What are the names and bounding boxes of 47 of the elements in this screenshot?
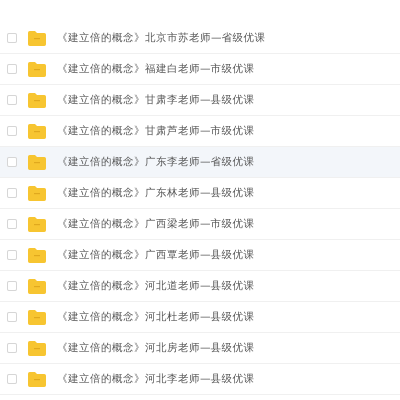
file-row[interactable]: 《建立倍的概念》广东林老师—县级优课 xyxy=(0,178,400,209)
file-name[interactable]: 《建立倍的概念》北京市苏老师—省级优课 xyxy=(57,31,266,45)
file-row[interactable]: 《建立倍的概念》河北李老师—县级优课 xyxy=(0,364,400,395)
checkbox[interactable] xyxy=(7,281,17,291)
file-row[interactable]: 《建立倍的概念》广西覃老师—县级优课 xyxy=(0,240,400,271)
file-name[interactable]: 《建立倍的概念》广西覃老师—县级优课 xyxy=(57,248,254,262)
folder-icon xyxy=(28,62,46,76)
folder-icon xyxy=(28,154,46,170)
file-row[interactable]: 《建立倍的概念》福建白老师—市级优课 xyxy=(0,54,400,85)
folder-icon xyxy=(28,92,46,108)
folder-icon xyxy=(28,30,46,46)
folder-icon xyxy=(28,216,46,232)
file-name[interactable]: 《建立倍的概念》广西梁老师—市级优课 xyxy=(57,217,254,231)
checkbox[interactable] xyxy=(7,374,17,384)
file-name[interactable]: 《建立倍的概念》广东林老师—县级优课 xyxy=(57,186,254,200)
file-name[interactable]: 《建立倍的概念》福建白老师—市级优课 xyxy=(57,62,254,76)
file-name[interactable]: 《建立倍的概念》广东李老师—省级优课 xyxy=(57,155,254,169)
file-name[interactable]: 《建立倍的概念》河北房老师—县级优课 xyxy=(57,341,254,355)
checkbox[interactable] xyxy=(7,188,17,198)
file-name[interactable]: 《建立倍的概念》河北道老师—县级优课 xyxy=(57,279,254,293)
checkbox[interactable] xyxy=(7,33,17,43)
file-row[interactable]: 《建立倍的概念》北京市苏老师—省级优课 xyxy=(0,23,400,54)
folder-icon xyxy=(28,124,46,138)
folder-icon xyxy=(28,340,46,356)
checkbox[interactable] xyxy=(7,64,17,74)
checkbox[interactable] xyxy=(7,95,17,105)
file-row[interactable]: 《建立倍的概念》甘肃李老师—县级优课 xyxy=(0,85,400,116)
folder-icon xyxy=(28,310,46,324)
file-name[interactable]: 《建立倍的概念》河北李老师—县级优课 xyxy=(57,372,254,386)
file-row[interactable]: 《建立倍的概念》广西梁老师—市级优课 xyxy=(0,209,400,240)
checkbox[interactable] xyxy=(7,250,17,260)
folder-icon xyxy=(28,278,46,294)
file-row[interactable]: 《建立倍的概念》河北房老师—县级优课 xyxy=(0,333,400,364)
file-name[interactable]: 《建立倍的概念》甘肃芦老师—市级优课 xyxy=(57,124,254,138)
checkbox[interactable] xyxy=(7,312,17,322)
folder-icon xyxy=(28,248,46,262)
file-name[interactable]: 《建立倍的概念》甘肃李老师—县级优课 xyxy=(57,93,254,107)
folder-icon xyxy=(28,186,46,200)
checkbox[interactable] xyxy=(7,157,17,167)
folder-icon xyxy=(28,372,46,386)
checkbox[interactable] xyxy=(7,219,17,229)
file-name[interactable]: 《建立倍的概念》河北杜老师—县级优课 xyxy=(57,310,254,324)
checkbox[interactable] xyxy=(7,126,17,136)
checkbox[interactable] xyxy=(7,343,17,353)
file-row[interactable]: 《建立倍的概念》河北杜老师—县级优课 xyxy=(0,302,400,333)
file-row[interactable]: 《建立倍的概念》河北道老师—县级优课 xyxy=(0,271,400,302)
file-row[interactable]: 《建立倍的概念》广东李老师—省级优课 xyxy=(0,147,400,178)
